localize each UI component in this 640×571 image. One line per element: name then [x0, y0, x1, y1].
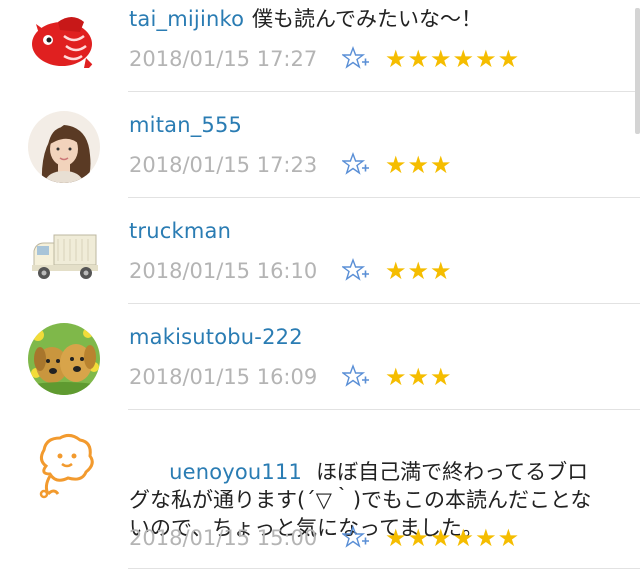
truck-avatar-icon [28, 217, 100, 289]
avatar[interactable] [28, 6, 100, 78]
star-rating[interactable]: ★★★ [385, 256, 453, 286]
comment-timestamp[interactable]: 2018/01/15 16:09 [129, 365, 341, 389]
comment-username[interactable]: mitan_555 [129, 113, 242, 137]
comment-username[interactable]: truckman [129, 219, 231, 243]
comment-username[interactable]: makisutobu-222 [129, 325, 303, 349]
comment-timestamp[interactable]: 2018/01/15 16:10 [129, 259, 341, 283]
comment-meta: 2018/01/15 17:23 ★★★ [129, 150, 453, 180]
add-star-icon[interactable] [341, 257, 371, 285]
comment-meta: 2018/01/15 15:00 ★★★★★★ [129, 523, 520, 553]
woman-portrait-avatar-icon [28, 111, 100, 183]
comment-text: 僕も読んでみたいな～！ [252, 7, 482, 31]
divider [128, 568, 640, 569]
comment-meta: 2018/01/15 17:27 ★★★★★★ [129, 44, 520, 74]
comment-item: uenoyou111 ほぼ自己満で終わってるブログな私が通ります(´▽｀)でもこの… [0, 410, 640, 571]
comment-timestamp[interactable]: 2018/01/15 17:27 [129, 47, 341, 71]
comment-username[interactable]: tai_mijinko [129, 7, 244, 31]
add-star-icon[interactable] [341, 524, 371, 552]
add-star-icon[interactable] [341, 363, 371, 391]
star-rating[interactable]: ★★★★★★ [385, 44, 520, 74]
comment-meta: 2018/01/15 16:10 ★★★ [129, 256, 453, 286]
comment-item: makisutobu-222 2018/01/15 16:09 ★★★ [0, 304, 640, 410]
scrollbar[interactable] [635, 8, 640, 134]
comment-username[interactable]: uenoyou111 [169, 460, 302, 484]
add-star-icon[interactable] [341, 45, 371, 73]
red-fish-avatar-icon [28, 6, 100, 78]
comment-timestamp[interactable]: 2018/01/15 17:23 [129, 153, 341, 177]
add-star-icon[interactable] [341, 151, 371, 179]
star-rating[interactable]: ★★★★★★ [385, 523, 520, 553]
avatar[interactable] [28, 217, 100, 289]
avatar[interactable] [28, 111, 100, 183]
comment-item: mitan_555 2018/01/15 17:23 ★★★ [0, 92, 640, 198]
orange-character-avatar-icon [28, 430, 100, 502]
star-rating[interactable]: ★★★ [385, 150, 453, 180]
comment-item: tai_mijinko 僕も読んでみたいな～！ 2018/01/15 17:27… [0, 0, 640, 92]
avatar[interactable] [28, 323, 100, 395]
comment-item: truckman 2018/01/15 16:10 ★★★ [0, 198, 640, 304]
star-rating[interactable]: ★★★ [385, 362, 453, 392]
avatar[interactable] [28, 430, 100, 502]
comment-meta: 2018/01/15 16:09 ★★★ [129, 362, 453, 392]
dogs-avatar-icon [28, 323, 100, 395]
comment-timestamp[interactable]: 2018/01/15 15:00 [129, 526, 341, 550]
